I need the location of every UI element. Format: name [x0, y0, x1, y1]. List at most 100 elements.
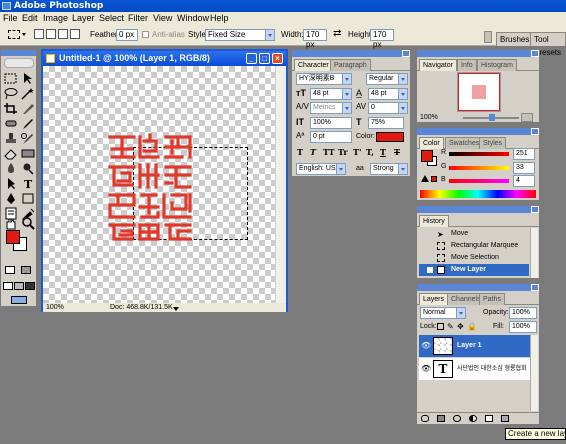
tab-info[interactable]: Info — [457, 59, 477, 71]
menu-select[interactable]: Select — [99, 12, 124, 24]
underline-button[interactable]: T — [380, 147, 386, 157]
history-item[interactable]: ➤ Move — [419, 228, 529, 240]
tracking-select[interactable]: 0 — [368, 102, 408, 114]
trash-icon[interactable] — [501, 415, 509, 422]
text-color-swatch[interactable] — [376, 132, 404, 142]
jump-to-imageready-icon[interactable] — [11, 296, 27, 304]
shape-tool-icon[interactable] — [20, 192, 36, 205]
tab-history[interactable]: History — [419, 215, 449, 227]
antialias-checkbox[interactable] — [142, 31, 149, 38]
well-tab-brushes[interactable]: Brushes — [496, 32, 534, 46]
history-item-active[interactable]: New Layer — [419, 264, 529, 276]
new-layer-button[interactable] — [485, 415, 493, 422]
lasso-tool-icon[interactable] — [3, 87, 19, 100]
horizontal-scale-input[interactable]: 75% — [368, 117, 404, 129]
history-brush-tool-icon[interactable] — [20, 132, 36, 145]
tab-paragraph[interactable]: Paragraph — [330, 59, 371, 71]
history-scrollbar[interactable] — [530, 228, 538, 278]
dodge-tool-icon[interactable] — [20, 162, 36, 175]
eye-icon[interactable]: 👁 — [421, 341, 431, 350]
maximize-button[interactable]: □ — [259, 53, 270, 64]
history-item[interactable]: Move Selection — [419, 252, 529, 264]
add-selection-icon[interactable] — [46, 29, 56, 39]
lock-transparency-icon[interactable] — [437, 323, 444, 330]
layers-scrollbar[interactable] — [530, 335, 538, 411]
menu-image[interactable]: Image — [43, 12, 68, 24]
tab-layers[interactable]: Layers — [419, 293, 449, 305]
status-menu-arrow-icon[interactable] — [173, 307, 179, 311]
red-input[interactable]: 251 — [513, 148, 535, 160]
color-ramp[interactable] — [420, 190, 536, 198]
tab-paths[interactable]: Paths — [479, 293, 505, 305]
clone-stamp-tool-icon[interactable] — [3, 132, 19, 145]
tab-histogram[interactable]: Histogram — [477, 59, 517, 71]
menu-file[interactable]: File — [3, 12, 18, 24]
font-style-select[interactable]: Regular — [366, 73, 408, 85]
antialias-select[interactable]: Strong — [370, 163, 408, 175]
layer-style-icon[interactable] — [421, 415, 429, 422]
close-button[interactable]: × — [272, 53, 283, 64]
pen-tool-icon[interactable] — [3, 192, 19, 205]
well-tab-tool-presets[interactable]: Tool Presets — [530, 32, 566, 57]
character-panel-close-icon[interactable] — [402, 50, 410, 57]
style-select[interactable]: Fixed Size — [205, 29, 275, 41]
opacity-input[interactable]: 100% — [509, 307, 537, 319]
feather-logo-icon[interactable] — [4, 58, 34, 68]
new-selection-icon[interactable] — [34, 29, 44, 39]
navigator-thumbnail[interactable] — [457, 72, 501, 112]
eraser-tool-icon[interactable] — [3, 147, 19, 160]
swap-dimensions-icon[interactable]: ⇄ — [333, 29, 341, 39]
zoom-tool-icon[interactable] — [20, 217, 36, 230]
font-size-select[interactable]: 48 pt — [310, 88, 352, 100]
history-item[interactable]: Rectangular Marquee — [419, 240, 529, 252]
blur-tool-icon[interactable] — [3, 162, 19, 175]
menu-window[interactable]: Window — [177, 12, 209, 24]
navigator-zoom-value[interactable]: 100% — [420, 113, 438, 123]
language-select[interactable]: English: USA — [296, 163, 346, 175]
menu-filter[interactable]: Filter — [128, 12, 148, 24]
screen-mode-full-icon[interactable] — [25, 282, 35, 290]
layer-set-icon[interactable] — [453, 415, 461, 422]
minimize-button[interactable]: _ — [246, 53, 257, 64]
blue-slider[interactable] — [449, 179, 509, 183]
lock-all-icon[interactable]: 🔒 — [467, 322, 477, 331]
marquee-tool-icon[interactable] — [3, 72, 19, 85]
magic-wand-tool-icon[interactable] — [20, 87, 36, 100]
width-input[interactable]: 170 px — [303, 29, 327, 49]
height-input[interactable]: 170 px — [370, 29, 394, 49]
intersect-selection-icon[interactable] — [70, 29, 80, 39]
menu-layer[interactable]: Layer — [72, 12, 95, 24]
move-tool-icon[interactable] — [20, 72, 36, 85]
zoom-level[interactable]: 100% — [46, 303, 64, 312]
tab-swatches[interactable]: Swatches — [445, 137, 484, 149]
lock-position-icon[interactable]: ✥ — [457, 322, 464, 331]
small-caps-button[interactable]: Tr — [338, 147, 348, 157]
gamut-color-swatch[interactable] — [431, 176, 437, 182]
path-selection-tool-icon[interactable] — [3, 177, 19, 190]
feather-input[interactable]: 0 px — [116, 29, 138, 41]
color-panel-close-icon[interactable] — [531, 128, 539, 135]
brush-tool-icon[interactable] — [20, 117, 36, 130]
history-panel-close-icon[interactable] — [531, 206, 539, 213]
tool-preset-chevron-icon[interactable] — [22, 33, 26, 36]
screen-mode-full-menu-icon[interactable] — [14, 282, 24, 290]
vertical-scrollbar[interactable] — [275, 66, 286, 303]
standard-mode-icon[interactable] — [5, 266, 15, 274]
tab-navigator[interactable]: Navigator — [419, 59, 457, 71]
layer-mask-icon[interactable] — [437, 415, 445, 422]
menu-edit[interactable]: Edit — [22, 12, 38, 24]
faux-italic-button[interactable]: T — [310, 147, 316, 157]
layer-row[interactable]: 👁 T 사단법인 대한소심 형룡협회 — [419, 358, 531, 380]
superscript-button[interactable]: T' — [353, 147, 361, 157]
marquee-tool-icon[interactable] — [8, 30, 20, 39]
screen-mode-standard-icon[interactable] — [3, 282, 13, 290]
menu-view[interactable]: View — [153, 12, 172, 24]
layers-panel-close-icon[interactable] — [531, 284, 539, 291]
tab-styles[interactable]: Styles — [479, 137, 507, 149]
navigator-panel-close-icon[interactable] — [531, 50, 539, 57]
blend-mode-select[interactable]: Normal — [420, 307, 466, 319]
gradient-tool-icon[interactable] — [20, 147, 36, 160]
red-slider[interactable] — [449, 152, 509, 156]
type-tool-icon[interactable]: T — [20, 177, 36, 190]
subscript-button[interactable]: T, — [366, 147, 374, 157]
